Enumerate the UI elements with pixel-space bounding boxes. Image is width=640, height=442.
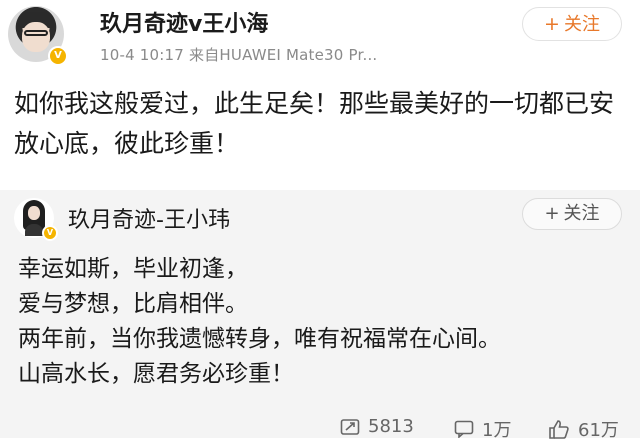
follow-label: 关注 xyxy=(563,203,600,224)
repost-count: 5813 xyxy=(368,416,414,437)
like-count: 61万 xyxy=(578,420,619,441)
repost-text-line: 爱与梦想，比肩相伴。 xyxy=(18,291,248,317)
repost-text-line: 幸运如斯，毕业初逢， xyxy=(18,256,248,282)
repost-text-line: 两年前，当你我遗憾转身，唯有祝福常在心间。 xyxy=(18,326,501,352)
like-icon xyxy=(549,420,569,439)
verified-icon: V xyxy=(48,46,68,66)
post: V 玖月奇迹v王小海 10-4 10:17 来自HUAWEI Mate30 Pr… xyxy=(0,0,640,190)
action-bar: 5813 1万 61万 xyxy=(0,414,640,441)
repost-author-avatar[interactable]: V xyxy=(14,198,58,241)
avatar-face xyxy=(28,206,40,220)
plus-icon: + xyxy=(544,203,560,224)
author-name[interactable]: 玖月奇迹v王小海 xyxy=(100,6,268,38)
repost-card[interactable]: V 玖月奇迹-王小玮 + 关注 幸运如斯，毕业初逢， 爱与梦想，比肩相伴。 两年前… xyxy=(0,190,640,438)
follow-button[interactable]: + 关注 xyxy=(522,7,622,41)
repost-author-name[interactable]: 玖月奇迹-王小玮 xyxy=(68,202,230,234)
author-avatar[interactable]: V xyxy=(8,6,68,66)
repost-follow-button[interactable]: + 关注 xyxy=(522,198,622,230)
comment-button[interactable]: 1万 xyxy=(454,416,511,442)
comment-count: 1万 xyxy=(482,420,512,441)
repost-text-line: 山高水长，愿君务必珍重！ xyxy=(18,361,294,387)
plus-icon: + xyxy=(544,13,560,35)
follow-label: 关注 xyxy=(563,14,600,35)
repost-button[interactable]: 5813 xyxy=(340,416,414,437)
comment-icon xyxy=(454,420,474,438)
post-text: 如你我这般爱过，此生足矣！那些最美好的一切都已安放心底，彼此珍重！ xyxy=(14,89,615,158)
avatar-body xyxy=(25,224,43,236)
repost-text: 幸运如斯，毕业初逢， 爱与梦想，比肩相伴。 两年前，当你我遗憾转身，唯有祝福常在… xyxy=(18,252,628,392)
verified-icon: V xyxy=(42,225,58,241)
avatar-face xyxy=(22,22,50,52)
like-button[interactable]: 61万 xyxy=(548,416,619,442)
repost-icon xyxy=(340,418,360,435)
post-meta: 10-4 10:17 来自HUAWEI Mate30 Pr... xyxy=(100,46,378,64)
avatar-glasses xyxy=(24,30,48,36)
